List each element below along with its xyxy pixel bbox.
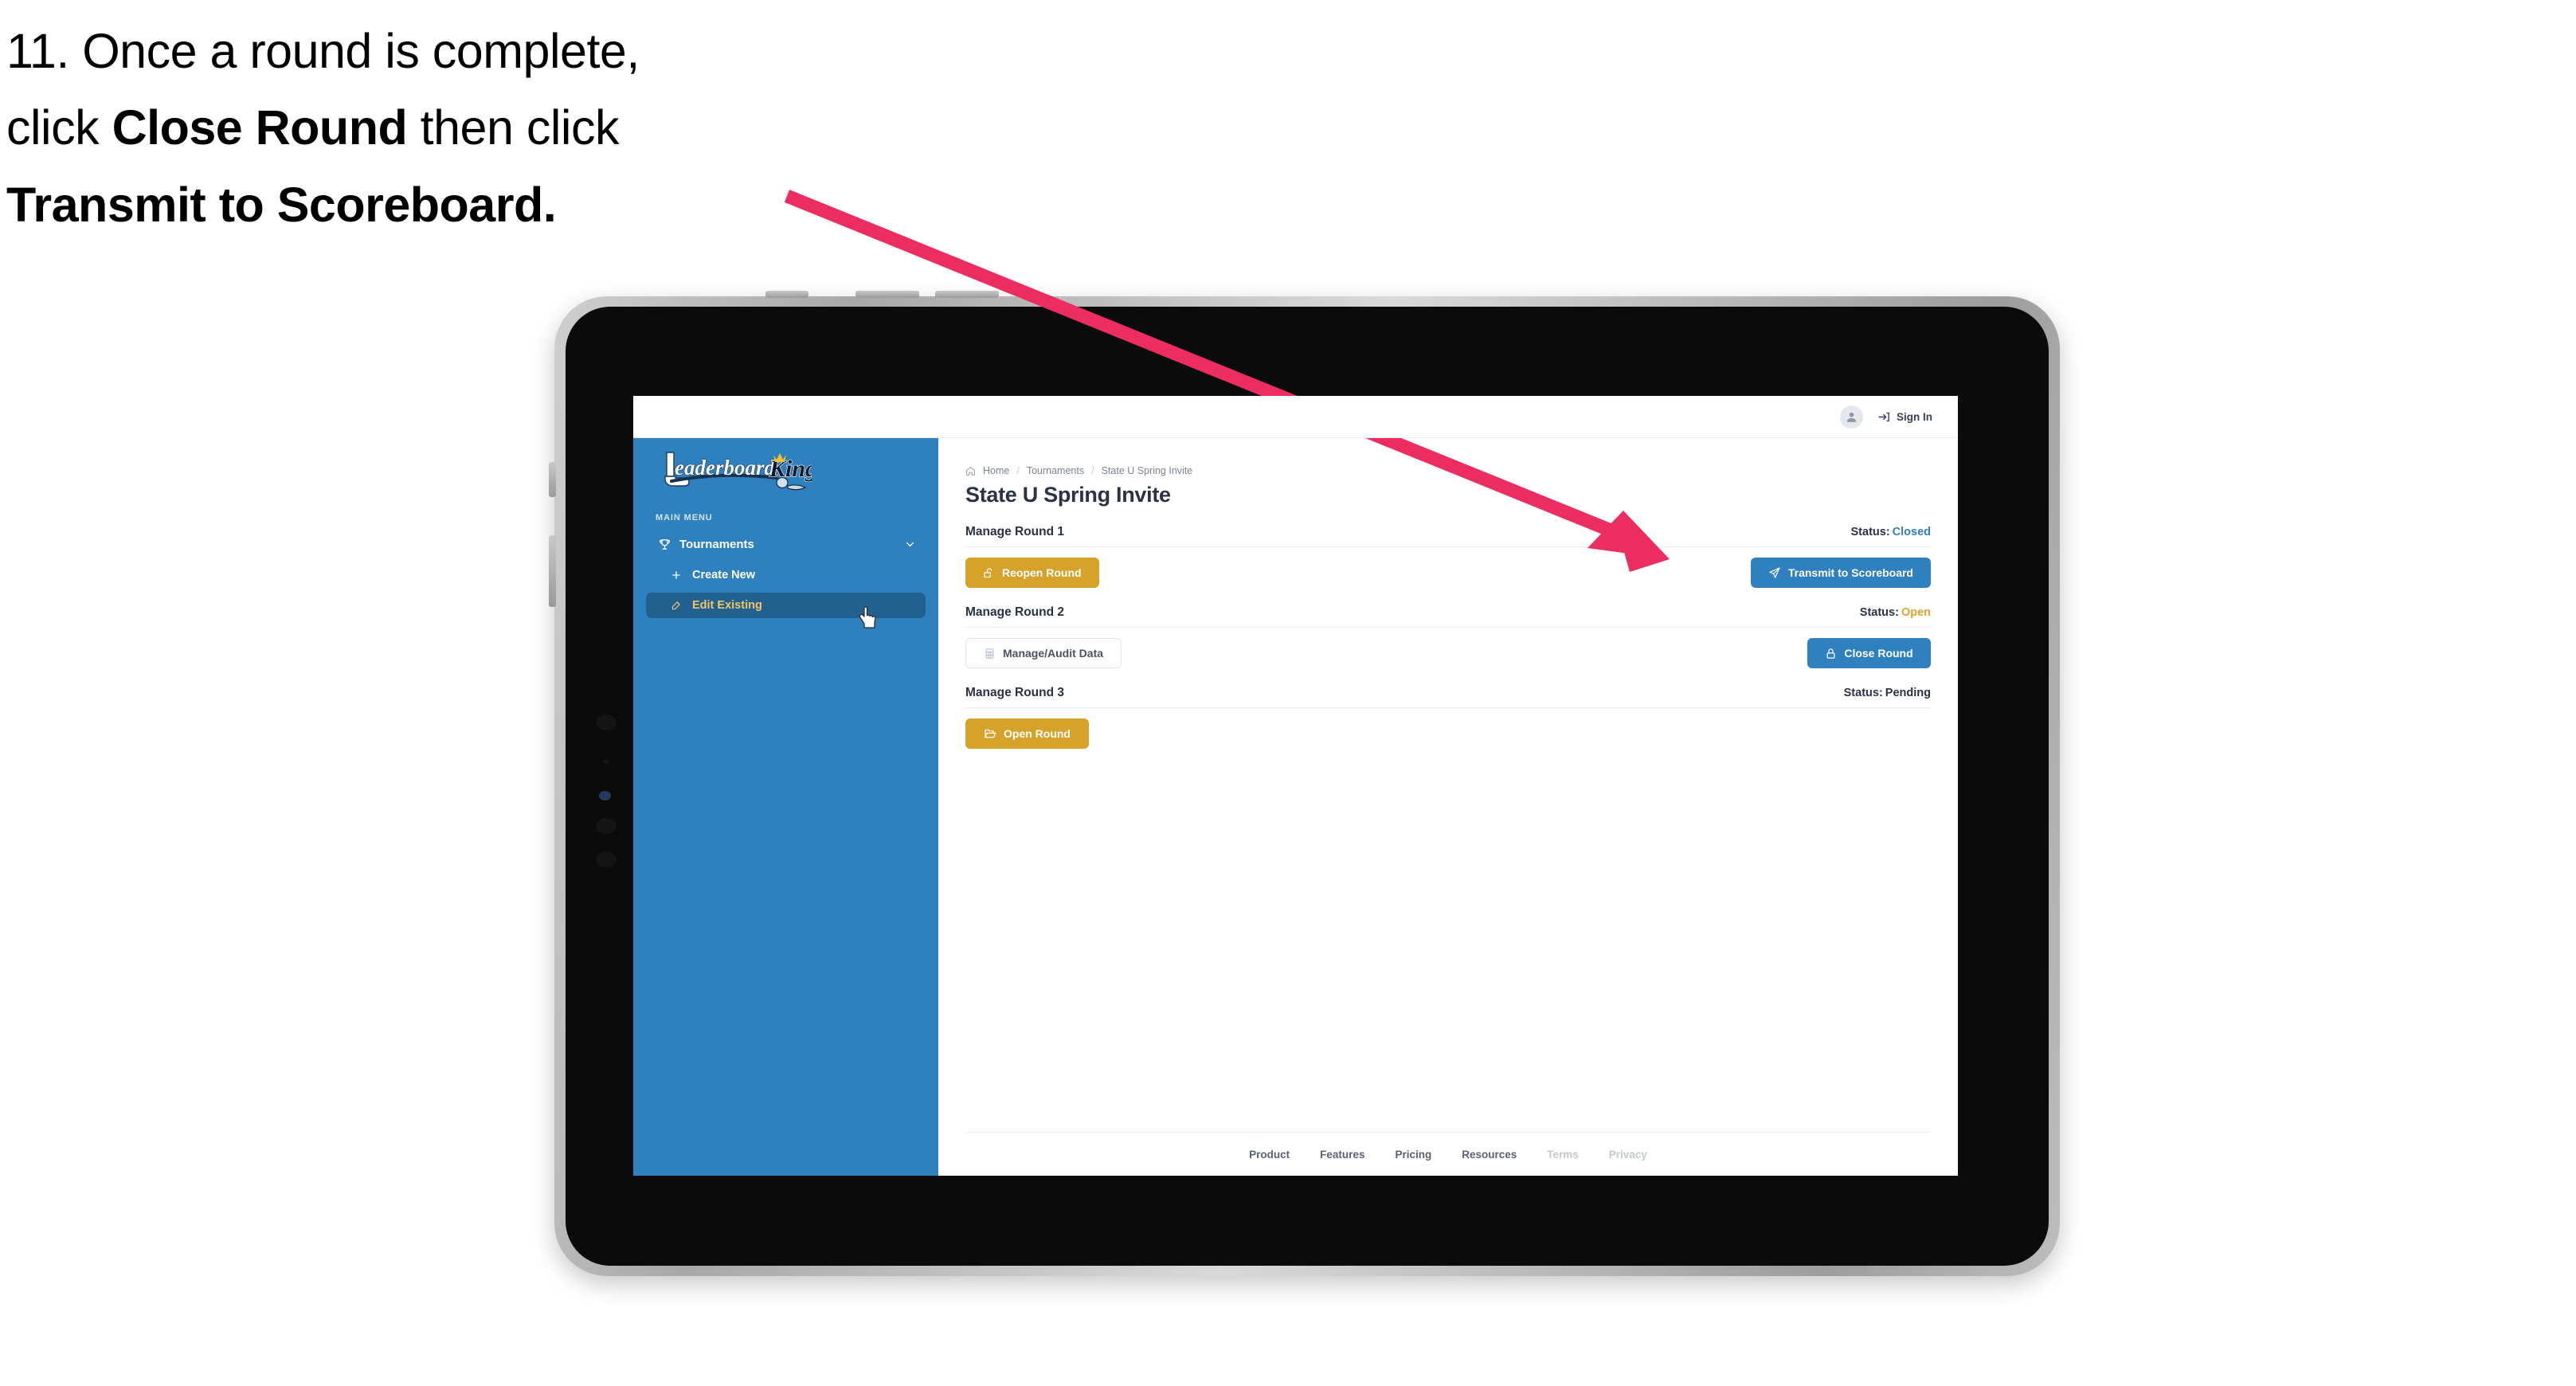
caption-line-3: Transmit to Scoreboard. xyxy=(6,166,851,243)
open-round-label: Open Round xyxy=(1004,727,1071,740)
instruction-caption: 11. Once a round is complete, click Clos… xyxy=(6,13,851,243)
round-2-status-label: Status: xyxy=(1859,606,1899,619)
trophy-icon xyxy=(656,538,673,551)
round-3-actions: Open Round xyxy=(965,718,1931,749)
round-1-status-label: Status: xyxy=(1850,526,1890,538)
sidebar-item-tournaments[interactable]: Tournaments xyxy=(646,531,926,558)
sidebar: eaderboard King MAIN MENU xyxy=(633,438,938,1176)
footer-link-privacy[interactable]: Privacy xyxy=(1609,1149,1647,1161)
breadcrumb-separator: / xyxy=(1091,465,1094,476)
round-3-title: Manage Round 3 xyxy=(965,686,1065,699)
tablet-power-button xyxy=(765,291,808,298)
round-1-status: Status: Closed xyxy=(1851,526,1932,538)
breadcrumb-item-current[interactable]: State U Spring Invite xyxy=(1102,465,1193,476)
table-grid-icon xyxy=(984,648,996,660)
bezel-sensor-dot-1 xyxy=(596,715,617,730)
close-round-label: Close Round xyxy=(1844,647,1913,660)
breadcrumb-separator: / xyxy=(1016,465,1020,476)
close-round-button[interactable]: Close Round xyxy=(1807,638,1931,668)
round-1-header: Manage Round 1 Status: Closed xyxy=(965,525,1931,547)
caption-line-2: click Close Round then click xyxy=(6,89,851,166)
sidebar-item-edit-existing-label: Edit Existing xyxy=(692,599,762,612)
edit-pencil-icon xyxy=(668,600,684,611)
lock-icon xyxy=(1825,648,1837,660)
sign-in-button[interactable]: Sign In xyxy=(1877,410,1932,424)
sign-in-label: Sign In xyxy=(1897,410,1932,423)
main-content: Home / Tournaments / State U Spring Invi… xyxy=(938,438,1958,1176)
sidebar-item-edit-existing[interactable]: Edit Existing xyxy=(646,593,926,618)
round-3-status-label: Status: xyxy=(1843,687,1883,699)
footer-link-pricing[interactable]: Pricing xyxy=(1395,1149,1431,1161)
reopen-round-label: Reopen Round xyxy=(1002,566,1082,579)
round-2-actions: Manage/Audit Data Close Round xyxy=(965,638,1931,668)
manage-audit-data-button[interactable]: Manage/Audit Data xyxy=(965,638,1122,668)
app-body: eaderboard King MAIN MENU xyxy=(633,438,1958,1176)
caption-line-1-text: 11. Once a round is complete, xyxy=(6,24,640,78)
caption-line-1: 11. Once a round is complete, xyxy=(6,13,851,89)
round-3-status-value: Pending xyxy=(1885,687,1931,699)
sidebar-item-tournaments-label: Tournaments xyxy=(679,537,754,551)
round-2-status: Status: Open xyxy=(1860,606,1931,619)
unlock-icon xyxy=(983,567,995,579)
tablet-volume-up-button xyxy=(855,291,919,298)
leaderboard-king-logo[interactable]: eaderboard King xyxy=(652,446,818,495)
svg-text:eaderboard: eaderboard xyxy=(675,456,775,480)
footer-link-resources[interactable]: Resources xyxy=(1462,1149,1517,1161)
caption-line-2-suffix: then click xyxy=(407,100,620,155)
caption-transmit-emphasis: Transmit to Scoreboard. xyxy=(6,177,557,232)
round-1-status-value: Closed xyxy=(1892,526,1931,538)
round-3-status: Status: Pending xyxy=(1844,687,1931,699)
app-viewport: Sign In eaderboard King xyxy=(633,396,1958,1176)
sidebar-section-label: MAIN MENU xyxy=(656,513,713,523)
paper-plane-icon xyxy=(1768,566,1781,579)
round-2-header: Manage Round 2 Status: Open xyxy=(965,605,1931,628)
breadcrumb: Home / Tournaments / State U Spring Invi… xyxy=(965,465,1931,476)
round-block-2: Manage Round 2 Status: Open Manage/Audit… xyxy=(965,605,1931,668)
round-1-actions: Reopen Round Transmit to Scoreboard xyxy=(965,558,1931,588)
app-footer: Product Features Pricing Resources Terms… xyxy=(965,1132,1931,1176)
breadcrumb-item-home[interactable]: Home xyxy=(983,465,1009,476)
round-block-3: Manage Round 3 Status: Pending Open Roun… xyxy=(965,686,1931,749)
bezel-sensor-dot-4 xyxy=(596,852,617,867)
round-2-title: Manage Round 2 xyxy=(965,605,1065,619)
round-2-status-value: Open xyxy=(1901,606,1931,619)
reopen-round-button[interactable]: Reopen Round xyxy=(965,558,1099,588)
sidebar-item-create-new[interactable]: Create New xyxy=(646,562,926,588)
bezel-camera-lens xyxy=(599,791,611,801)
caption-line-2-prefix: click xyxy=(6,100,112,155)
folder-open-icon xyxy=(984,727,996,740)
tablet-volume-down-button xyxy=(935,291,999,298)
app-top-bar: Sign In xyxy=(633,396,1958,438)
breadcrumb-item-tournaments[interactable]: Tournaments xyxy=(1027,465,1084,476)
user-avatar-icon[interactable] xyxy=(1840,405,1863,429)
sign-in-arrow-icon xyxy=(1877,410,1891,424)
tablet-side-button-large xyxy=(549,535,556,607)
caption-close-round-emphasis: Close Round xyxy=(112,100,408,155)
page-title: State U Spring Invite xyxy=(965,483,1171,507)
manage-audit-data-label: Manage/Audit Data xyxy=(1003,647,1104,660)
bezel-sensor-dot-2 xyxy=(603,759,609,765)
transmit-to-scoreboard-button[interactable]: Transmit to Scoreboard xyxy=(1750,558,1931,588)
footer-link-product[interactable]: Product xyxy=(1249,1149,1290,1161)
round-block-1: Manage Round 1 Status: Closed Reopen Rou… xyxy=(965,525,1931,588)
bezel-sensor-dot-3 xyxy=(596,818,617,834)
plus-icon xyxy=(668,570,684,581)
transmit-to-scoreboard-label: Transmit to Scoreboard xyxy=(1787,566,1913,579)
round-1-title: Manage Round 1 xyxy=(965,525,1065,538)
open-round-button[interactable]: Open Round xyxy=(965,718,1089,749)
chevron-down-icon[interactable] xyxy=(904,538,916,550)
round-3-header: Manage Round 3 Status: Pending xyxy=(965,686,1931,708)
footer-link-features[interactable]: Features xyxy=(1320,1149,1364,1161)
sidebar-item-create-new-label: Create New xyxy=(692,569,755,581)
footer-link-terms[interactable]: Terms xyxy=(1547,1149,1579,1161)
home-icon xyxy=(965,466,976,476)
tablet-side-button-small xyxy=(549,462,556,497)
